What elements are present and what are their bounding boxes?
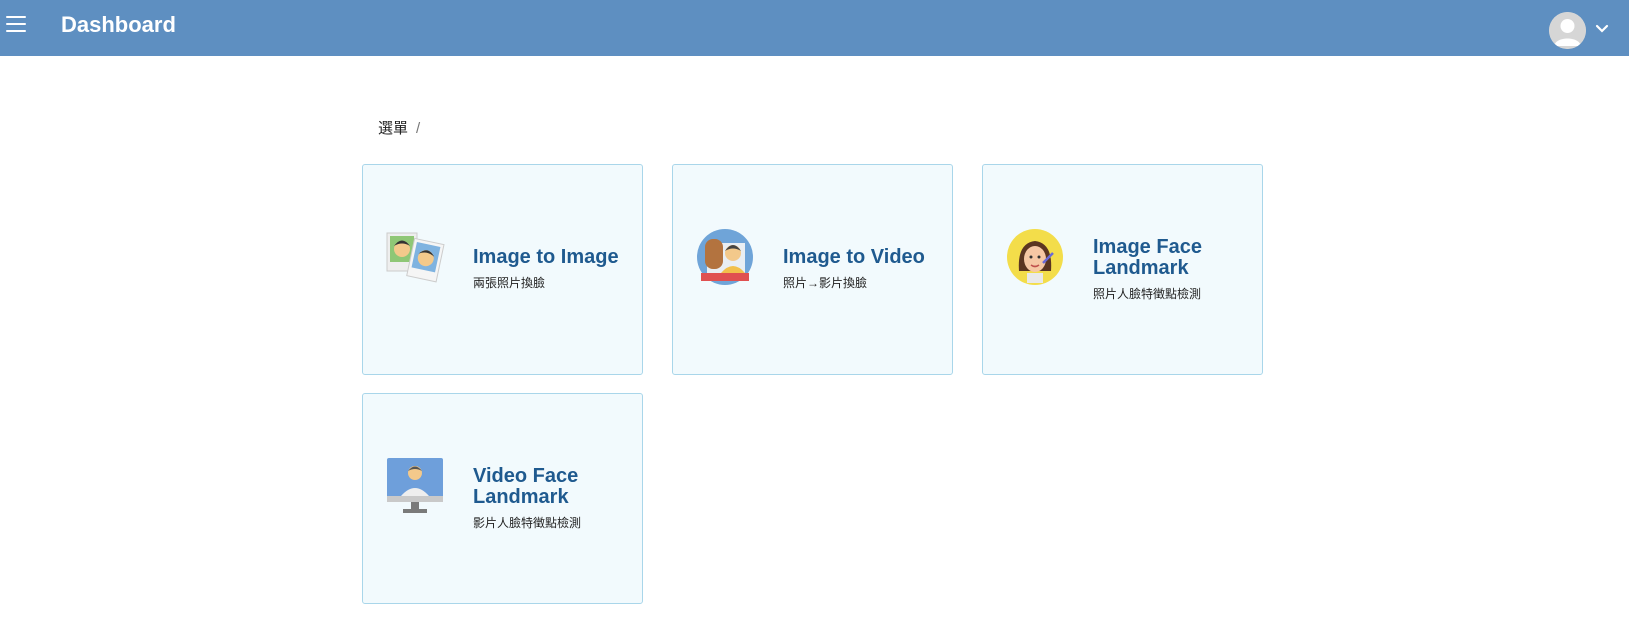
card-title: Image to Video	[783, 246, 925, 268]
card-subtitle: 兩張照片換臉	[473, 276, 546, 290]
card-video-face-landmark[interactable]: Video Face Landmark 影片人臉特徵點檢測	[362, 393, 643, 604]
top-bar: Dashboard	[0, 0, 1629, 56]
card-text: Image to Image 兩張照片換臉	[473, 247, 633, 291]
hamburger-menu-icon[interactable]	[6, 16, 26, 34]
breadcrumb-item-menu[interactable]: 選單	[378, 120, 408, 137]
chevron-down-icon[interactable]	[1594, 22, 1610, 34]
card-image-to-image[interactable]: Image to Image 兩張照片換臉	[362, 164, 643, 375]
card-title: Image Face Landmark	[1093, 236, 1202, 279]
video-face-icon	[695, 227, 755, 287]
photo-pair-icon	[385, 227, 445, 287]
card-text: Image Face Landmark 照片人臉特徵點檢測	[1093, 237, 1253, 302]
face-landmark-icon	[1005, 227, 1065, 287]
card-title: Image to Image	[473, 246, 619, 268]
card-title: Video Face Landmark	[473, 465, 579, 508]
card-image-face-landmark[interactable]: Image Face Landmark 照片人臉特徵點檢測	[982, 164, 1263, 375]
card-subtitle: 照片→影片換臉	[783, 276, 868, 290]
card-text: Video Face Landmark 影片人臉特徵點檢測	[473, 466, 633, 531]
app-title: Dashboard	[61, 12, 176, 37]
card-image-to-video[interactable]: Image to Video 照片→影片換臉	[672, 164, 953, 375]
breadcrumb: 選單 /	[378, 117, 420, 138]
monitor-person-icon	[385, 456, 445, 516]
card-text: Image to Video 照片→影片換臉	[783, 247, 943, 291]
breadcrumb-separator: /	[416, 120, 421, 137]
card-subtitle: 照片人臉特徵點檢測	[1093, 287, 1202, 301]
user-avatar-icon[interactable]	[1549, 12, 1586, 49]
card-subtitle: 影片人臉特徵點檢測	[473, 516, 582, 530]
